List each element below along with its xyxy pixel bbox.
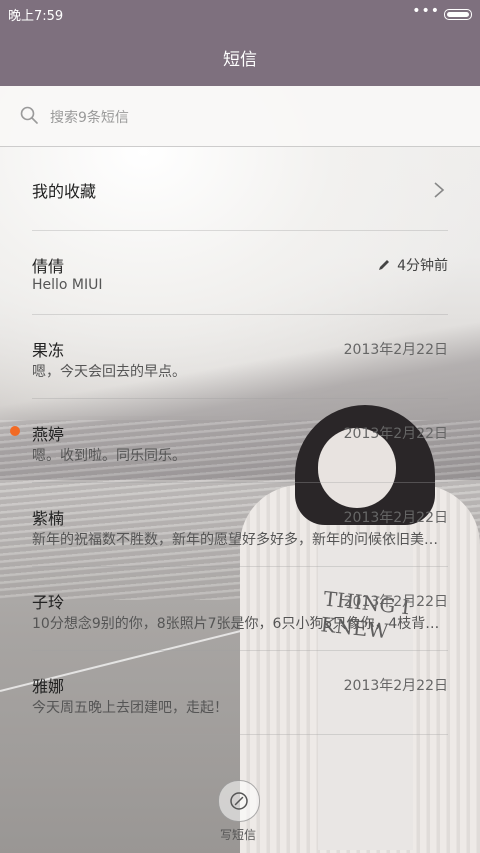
conversation-row[interactable]: 紫楠 2013年2月22日 新年的祝福数不胜数，新年的愿望好多好多，新年的问候依…	[32, 505, 448, 553]
conversation-row[interactable]: 雅娜 2013年2月22日 今天周五晚上去团建吧，走起！	[32, 673, 448, 721]
divider	[32, 230, 448, 231]
compose-button[interactable]	[218, 780, 260, 822]
pencil-icon	[379, 260, 390, 270]
compose-label: 写短信	[219, 828, 256, 842]
divider	[32, 650, 448, 651]
message-preview: 嗯。收到啦。同乐同乐。	[32, 448, 186, 464]
message-preview: 嗯，今天会回去的早点。	[32, 364, 186, 380]
notification-dots-icon: •••	[412, 3, 440, 19]
search-icon	[20, 106, 38, 124]
contact-name: 子玲	[32, 593, 65, 612]
conversation-row[interactable]: 燕婷 2013年2月22日 嗯。收到啦。同乐同乐。	[32, 421, 448, 469]
conversation-date: 2013年2月22日	[343, 426, 448, 442]
divider	[32, 566, 448, 567]
favorites-label: 我的收藏	[32, 182, 97, 201]
conversation-date: 2013年2月22日	[343, 594, 448, 610]
draft-indicator: 4分钟前	[377, 255, 448, 275]
contact-name: 倩倩	[32, 257, 65, 276]
status-bar: 晚上7:59 •••	[0, 0, 480, 28]
message-preview: Hello MIUI	[32, 277, 103, 293]
unread-dot	[10, 426, 20, 436]
contact-name: 紫楠	[32, 509, 65, 528]
favorites-row[interactable]: 我的收藏	[32, 178, 448, 202]
search-bar[interactable]: 搜索9条短信	[0, 86, 480, 147]
message-preview: 10分想念9别的你，8张照片7张是你，6只小狗5只像你，4枝背…	[32, 616, 440, 632]
page-title: 短信	[223, 50, 257, 70]
conversation-time: 4分钟前	[397, 258, 448, 274]
conversation-row[interactable]: 子玲 2013年2月22日 10分想念9别的你，8张照片7张是你，6只小狗5只像…	[32, 589, 448, 637]
compose-icon	[230, 792, 248, 810]
divider	[32, 734, 448, 735]
search-input[interactable]: 搜索9条短信	[50, 107, 129, 127]
divider	[32, 482, 448, 483]
conversation-date: 2013年2月22日	[343, 678, 448, 694]
contact-name: 燕婷	[32, 425, 65, 444]
conversation-row[interactable]: 果冻 2013年2月22日 嗯，今天会回去的早点。	[32, 337, 448, 385]
divider	[32, 398, 448, 399]
battery-icon	[444, 9, 472, 20]
message-preview: 新年的祝福数不胜数，新年的愿望好多好多，新年的问候依旧美…	[32, 532, 438, 548]
chevron-right-icon	[434, 182, 445, 198]
status-time: 晚上7:59	[8, 9, 64, 24]
app-header: 短信	[0, 28, 480, 86]
conversation-row[interactable]: 倩倩 4分钟前 Hello MIUI	[32, 253, 448, 301]
contact-name: 果冻	[32, 341, 65, 360]
message-preview: 今天周五晚上去团建吧，走起！	[32, 700, 228, 716]
contact-name: 雅娜	[32, 677, 65, 696]
divider	[32, 314, 448, 315]
conversation-date: 2013年2月22日	[343, 342, 448, 358]
conversation-date: 2013年2月22日	[343, 510, 448, 526]
